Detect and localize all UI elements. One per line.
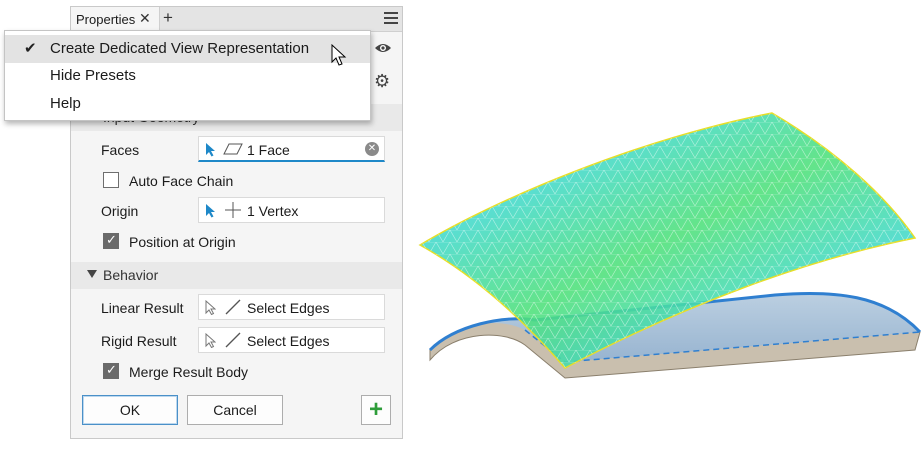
- behavior-header[interactable]: Behavior: [71, 262, 402, 289]
- checkmark-icon: ✓: [106, 362, 117, 377]
- menu-item-hide-presets[interactable]: Hide Presets: [5, 62, 370, 90]
- checkmark-icon: ✓: [106, 232, 117, 247]
- menu-item-label: Create Dedicated View Representation: [50, 40, 310, 57]
- edge-icon: [225, 332, 241, 348]
- merge-result-body-label: Merge Result Body: [129, 364, 249, 380]
- ok-button[interactable]: OK: [82, 395, 178, 425]
- tab-properties-label: Properties: [76, 12, 136, 27]
- select-cursor-icon: [206, 204, 215, 218]
- select-cursor-icon: [206, 143, 215, 157]
- origin-label: Origin: [101, 203, 139, 219]
- clear-icon[interactable]: ✕: [365, 142, 379, 156]
- mouse-pointer-icon: [331, 44, 347, 66]
- menu-item-label: Hide Presets: [50, 67, 136, 84]
- close-icon[interactable]: ✕: [139, 10, 151, 27]
- add-tab-icon[interactable]: +: [163, 8, 173, 28]
- faces-selector[interactable]: 1 Face ✕: [198, 136, 385, 162]
- behavior-title: Behavior: [103, 267, 159, 283]
- linear-result-label: Linear Result: [101, 300, 184, 316]
- model-viewport[interactable]: [415, 110, 921, 380]
- select-cursor-icon: [205, 300, 216, 315]
- position-at-origin-checkbox[interactable]: ✓: [103, 232, 119, 249]
- rigid-result-value: Select Edges: [247, 333, 330, 349]
- vertex-icon: [225, 202, 241, 218]
- panel-tab-bar: Properties ✕ +: [71, 7, 402, 32]
- collapse-triangle-icon: [87, 270, 97, 278]
- origin-value: 1 Vertex: [247, 203, 299, 219]
- position-at-origin-label: Position at Origin: [129, 234, 236, 250]
- menu-item-label: Help: [50, 95, 81, 112]
- auto-face-chain-checkbox[interactable]: [103, 172, 119, 188]
- hamburger-menu-icon[interactable]: [384, 12, 398, 24]
- add-button[interactable]: +: [361, 395, 391, 425]
- face-icon: [223, 143, 243, 155]
- faces-label: Faces: [101, 142, 140, 158]
- edge-icon: [225, 299, 241, 315]
- menu-item-create-dedicated-view-representation[interactable]: ✔ Create Dedicated View Representation: [5, 35, 370, 63]
- rigid-result-label: Rigid Result: [101, 333, 177, 349]
- faces-value: 1 Face: [247, 142, 290, 158]
- panel-options-menu: ✔ Create Dedicated View Representation H…: [4, 30, 371, 121]
- auto-face-chain-label: Auto Face Chain: [129, 173, 234, 189]
- linear-result-selector[interactable]: Select Edges: [198, 294, 385, 320]
- linear-result-value: Select Edges: [247, 300, 330, 316]
- gear-icon[interactable]: ⚙: [374, 71, 390, 92]
- cancel-button[interactable]: Cancel: [187, 395, 283, 425]
- eye-icon[interactable]: [374, 41, 392, 57]
- merge-result-body-checkbox[interactable]: ✓: [103, 362, 119, 379]
- origin-selector[interactable]: 1 Vertex: [198, 197, 385, 223]
- rigid-result-selector[interactable]: Select Edges: [198, 327, 385, 353]
- select-cursor-icon: [205, 333, 216, 348]
- check-icon: ✔: [24, 40, 37, 57]
- tab-properties[interactable]: Properties ✕: [71, 7, 160, 31]
- menu-item-help[interactable]: Help: [5, 90, 370, 118]
